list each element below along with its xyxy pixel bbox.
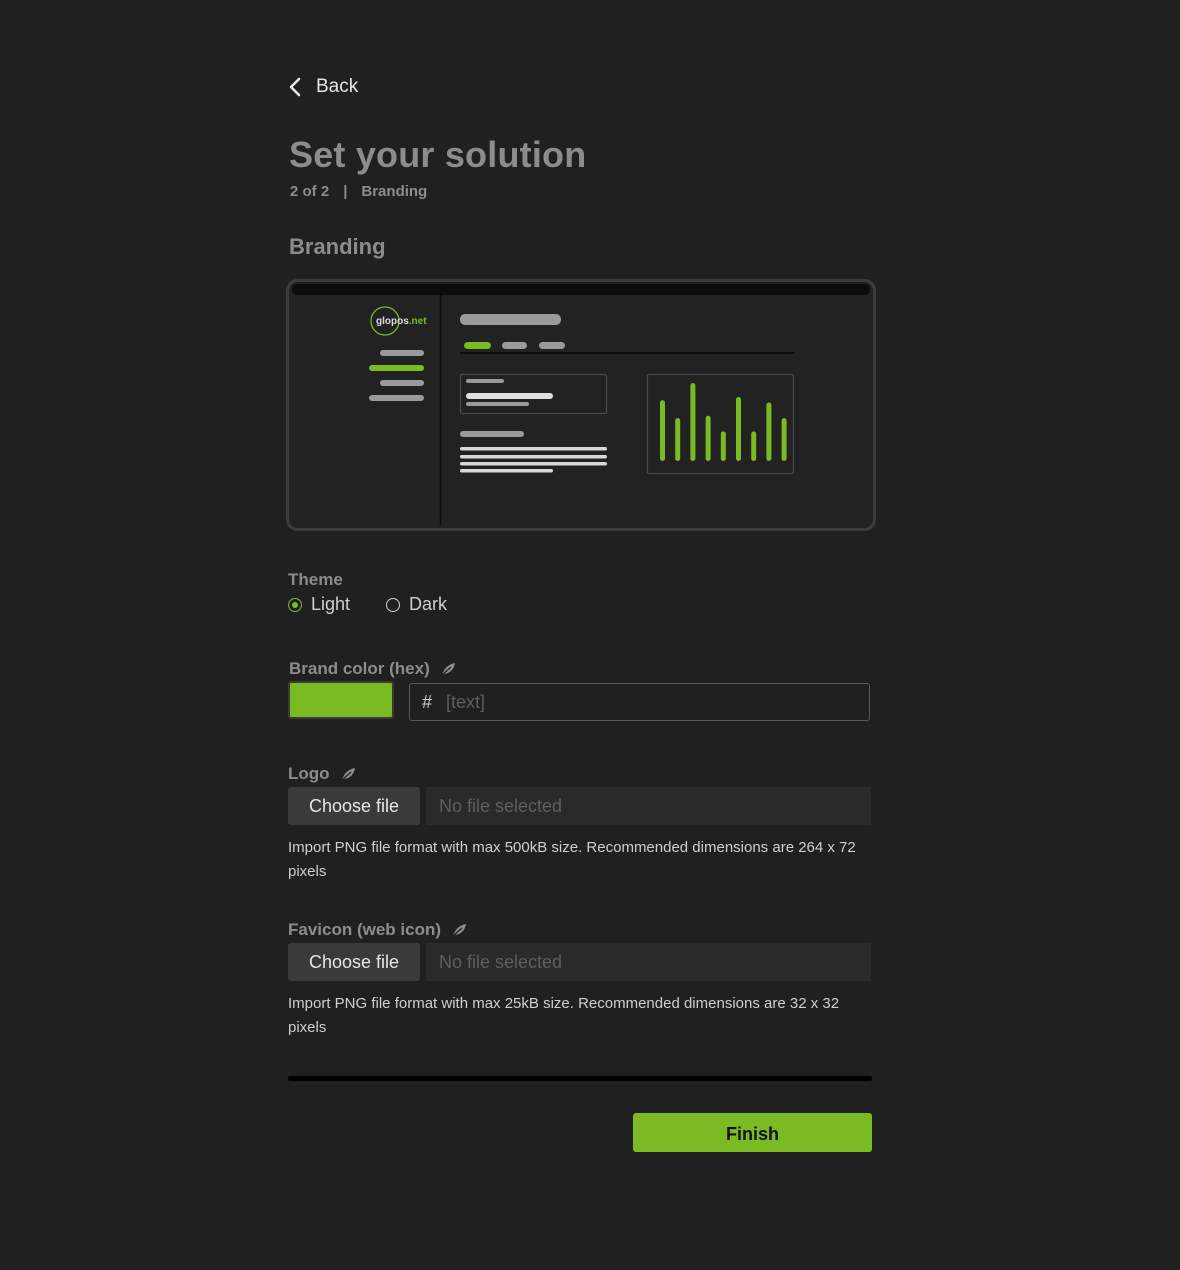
brand-color-label: Brand color (hex) [289, 659, 456, 679]
favicon-file-input: Choose file No file selected [288, 943, 871, 983]
preview-chart-bar [720, 431, 726, 461]
favicon-choose-file-button[interactable]: Choose file [288, 943, 420, 981]
preview-sidebar-item [380, 350, 424, 356]
preview-chart-bar [766, 402, 772, 461]
theme-label-text: Theme [288, 570, 343, 589]
radio-unselected-icon[interactable] [386, 597, 401, 612]
preview-chart-bar [736, 397, 741, 461]
preview-sidebar-item-active [369, 365, 424, 371]
logo-file-input: Choose file No file selected [288, 787, 871, 827]
theme-option-dark[interactable]: Dark [386, 594, 447, 615]
chevron-left-icon [289, 77, 301, 97]
page-title: Set your solution [289, 134, 587, 175]
preview-chart-bar [660, 400, 665, 461]
preview-heading [460, 314, 561, 325]
theme-option-light[interactable]: Light [288, 594, 350, 615]
leaf-icon [452, 924, 467, 937]
theme-label: Theme [288, 570, 343, 590]
section-title: Branding [289, 234, 386, 259]
preview-chart-bar [675, 418, 681, 461]
preview-sidebar-item [369, 395, 424, 401]
favicon-file-name: No file selected [426, 943, 871, 981]
preview-chart-bar [781, 418, 787, 461]
leaf-icon [341, 768, 355, 781]
preview-logo-main: glopos [376, 316, 409, 327]
preview-chart-bar [751, 431, 757, 461]
brand-color-input[interactable] [444, 690, 829, 714]
preview-chart-bar [705, 415, 711, 461]
preview-tab [539, 342, 565, 349]
favicon-label: Favicon (web icon) [288, 920, 467, 940]
back-button[interactable]: Back [288, 76, 358, 98]
preview-sidebar-item [380, 380, 424, 386]
preview-tab-underline [460, 352, 795, 354]
preview-topbar [292, 284, 870, 295]
step-count: 2 of 2 [290, 183, 330, 200]
preview-logo-accent: .net [409, 316, 427, 327]
divider [288, 1076, 872, 1081]
brand-color-swatch[interactable] [288, 681, 394, 719]
theme-option-dark-label: Dark [409, 594, 448, 614]
preview-tab [502, 342, 527, 349]
page: Back Set your solution 2 of 2 | Branding… [0, 0, 1180, 1270]
preview-chart-bar [690, 383, 696, 461]
hex-hash: # [422, 691, 433, 712]
back-label: Back [316, 76, 359, 97]
logo-label: Logo [288, 764, 356, 784]
preview-tab-active [464, 342, 491, 349]
leaf-icon [441, 663, 455, 676]
step-indicator: 2 of 2 | Branding [290, 183, 427, 200]
favicon-label-text: Favicon (web icon) [288, 920, 442, 939]
step-name: Branding [361, 183, 428, 200]
logo-choose-file-button[interactable]: Choose file [288, 787, 420, 825]
theme-radio-group: Light Dark [288, 594, 447, 615]
finish-button[interactable]: Finish [633, 1113, 872, 1152]
brand-color-field[interactable]: # [409, 683, 870, 721]
logo-label-text: Logo [288, 764, 330, 783]
theme-option-light-label: Light [311, 594, 351, 614]
preview-list-title [460, 431, 524, 437]
logo-file-name: No file selected [426, 787, 871, 825]
radio-selected-icon[interactable] [288, 597, 302, 612]
branding-preview: glopos.net [286, 279, 876, 531]
brand-color-label-text: Brand color (hex) [289, 659, 430, 678]
step-separator: | [343, 183, 348, 200]
svg-text:glopos.net: glopos.net [376, 316, 427, 327]
logo-help-text: Import PNG file format with max 500kB si… [288, 839, 856, 880]
favicon-help-text: Import PNG file format with max 25kB siz… [288, 995, 840, 1036]
